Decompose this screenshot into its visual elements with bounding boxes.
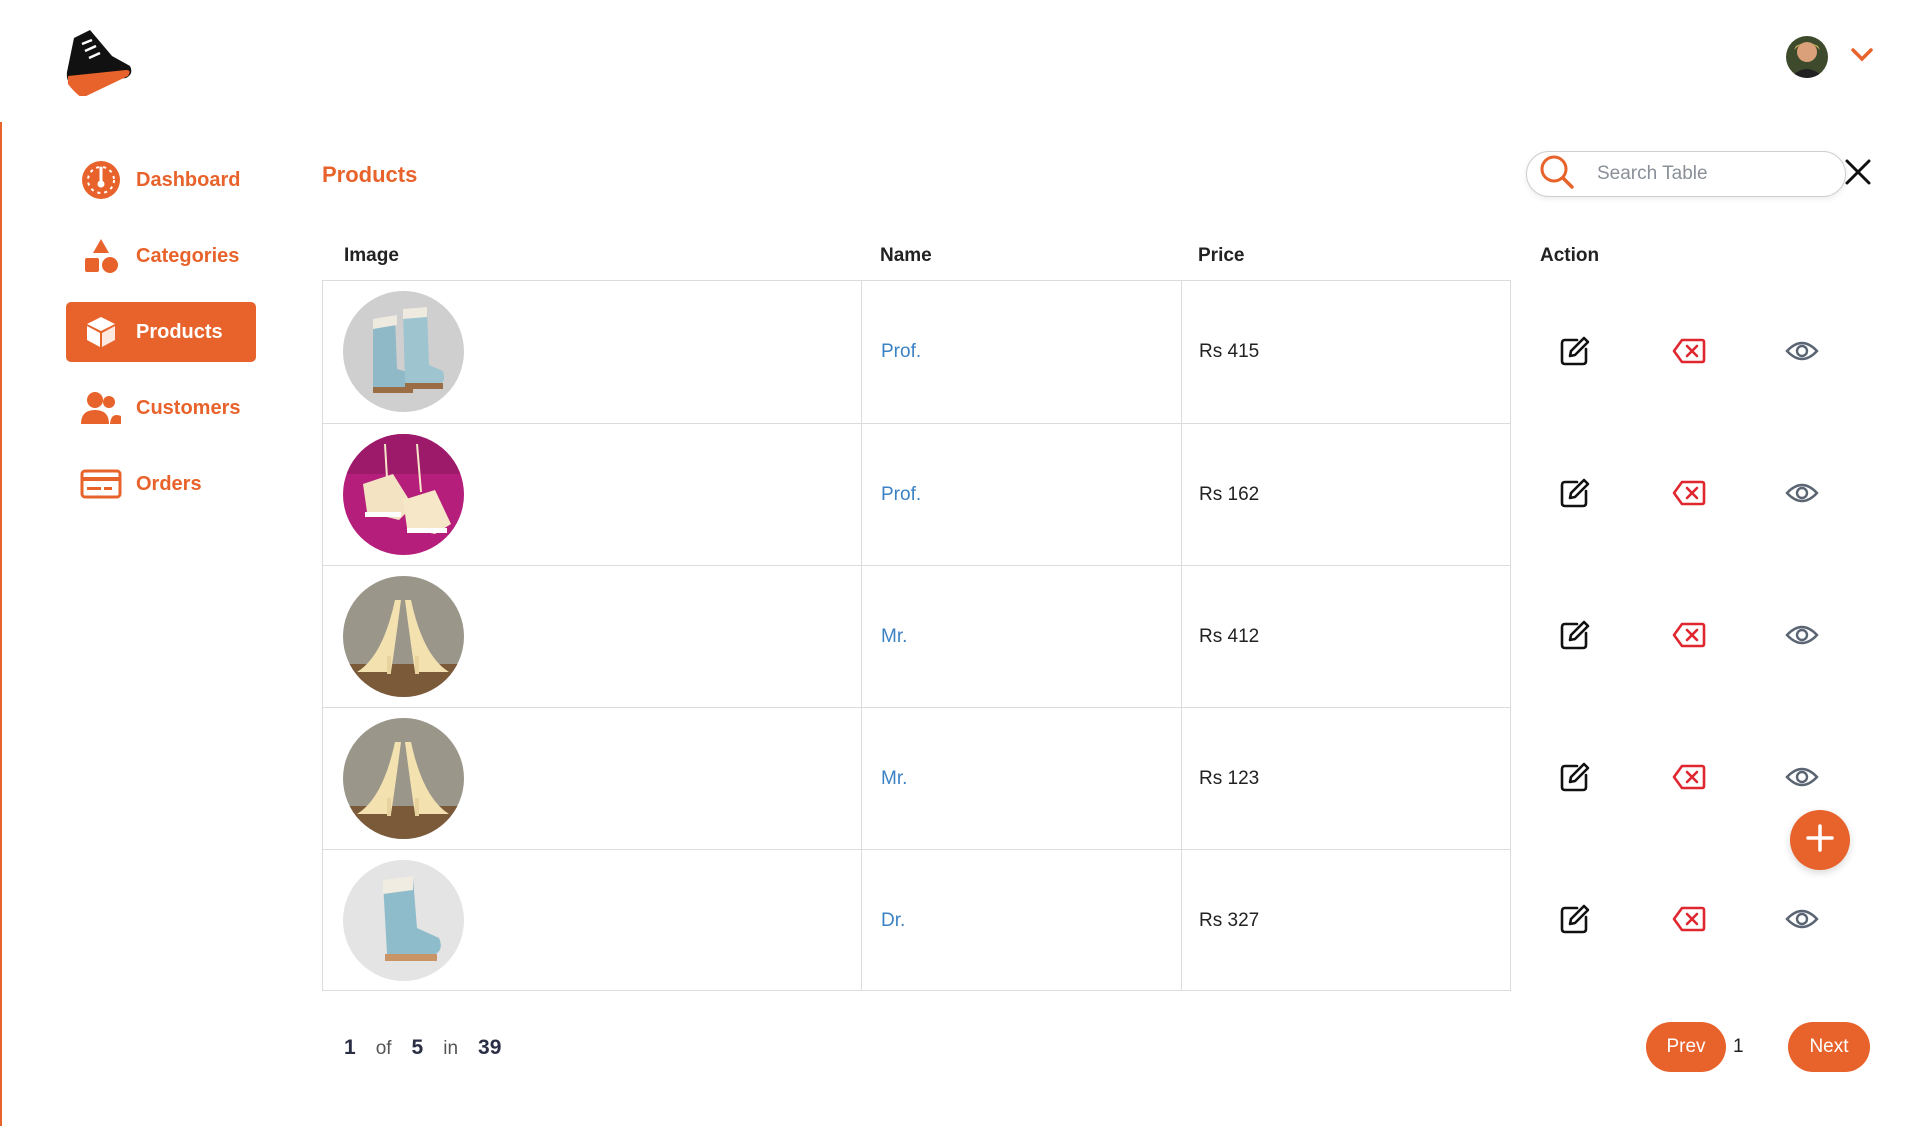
delete-icon[interactable] <box>1669 757 1709 797</box>
page-title: Products <box>322 162 418 187</box>
view-icon[interactable] <box>1782 473 1822 513</box>
sidebar-item-products[interactable]: Products <box>66 302 256 362</box>
product-price: Rs 162 <box>1199 484 1260 505</box>
product-name-link[interactable]: Mr. <box>881 768 907 790</box>
close-icon[interactable] <box>1844 158 1872 191</box>
delete-icon[interactable] <box>1669 331 1709 371</box>
sidebar-item-label: Categories <box>136 244 240 267</box>
product-name-link[interactable]: Dr. <box>881 910 905 932</box>
sidebar: Dashboard Categories Products Customers … <box>66 150 256 530</box>
current-page-number: 1 <box>344 1036 356 1059</box>
table-row: Dr. Rs 327 <box>323 849 1510 991</box>
table-row: Prof. Rs 415 <box>323 281 1510 423</box>
next-button[interactable]: Next <box>1788 1022 1870 1072</box>
table-row: Mr. Rs 123 <box>323 707 1510 849</box>
edit-icon[interactable] <box>1555 473 1595 513</box>
search-input[interactable] <box>1595 162 1844 186</box>
user-avatar[interactable] <box>1786 36 1828 78</box>
sneaker-logo-icon[interactable] <box>60 26 134 98</box>
sidebar-divider <box>0 122 2 1126</box>
view-icon[interactable] <box>1782 615 1822 655</box>
product-image[interactable] <box>343 576 464 697</box>
column-header-image: Image <box>344 245 399 266</box>
credit-card-icon <box>80 463 122 505</box>
box-icon <box>80 311 122 353</box>
sidebar-item-label: Dashboard <box>136 168 241 191</box>
of-label: of <box>375 1038 392 1059</box>
column-header-action: Action <box>1540 245 1600 266</box>
in-label: in <box>443 1038 459 1059</box>
sidebar-item-label: Customers <box>136 396 241 419</box>
product-name-link[interactable]: Prof. <box>881 341 921 363</box>
speedometer-icon <box>80 159 122 201</box>
edit-icon[interactable] <box>1555 331 1595 371</box>
product-price: Rs 123 <box>1199 768 1260 789</box>
column-header-name: Name <box>880 245 932 266</box>
sidebar-item-customers[interactable]: Customers <box>66 378 256 438</box>
chevron-down-icon[interactable] <box>1850 47 1874 68</box>
page-number: 1 <box>1733 1036 1744 1057</box>
product-name-link[interactable]: Mr. <box>881 626 907 648</box>
prev-button[interactable]: Prev <box>1646 1022 1726 1072</box>
product-image[interactable] <box>343 718 464 839</box>
product-price: Rs 412 <box>1199 626 1260 647</box>
column-header-price: Price <box>1198 245 1245 266</box>
total-items: 39 <box>478 1036 502 1059</box>
delete-icon[interactable] <box>1669 615 1709 655</box>
sidebar-item-label: Orders <box>136 472 202 495</box>
delete-icon[interactable] <box>1669 899 1709 939</box>
sidebar-item-orders[interactable]: Orders <box>66 454 256 514</box>
edit-icon[interactable] <box>1555 615 1595 655</box>
product-image[interactable] <box>343 434 464 555</box>
product-name-link[interactable]: Prof. <box>881 484 921 506</box>
view-icon[interactable] <box>1782 757 1822 797</box>
sidebar-item-dashboard[interactable]: Dashboard <box>66 150 256 210</box>
edit-icon[interactable] <box>1555 899 1595 939</box>
view-icon[interactable] <box>1782 899 1822 939</box>
product-price: Rs 327 <box>1199 910 1260 931</box>
delete-icon[interactable] <box>1669 473 1709 513</box>
user-menu[interactable] <box>1786 36 1874 78</box>
edit-icon[interactable] <box>1555 757 1595 797</box>
product-image[interactable] <box>343 860 464 981</box>
product-price: Rs 415 <box>1199 341 1260 362</box>
table-row: Mr. Rs 412 <box>323 565 1510 707</box>
total-pages: 5 <box>411 1036 424 1059</box>
products-table: Prof. Rs 415 Prof. Rs 162 Mr. Rs 412 Mr.… <box>322 280 1511 991</box>
product-image[interactable] <box>343 291 464 412</box>
pagination-info: 1 of 5 in 39 <box>344 1036 501 1060</box>
sidebar-item-label: Products <box>136 320 223 343</box>
view-icon[interactable] <box>1782 331 1822 371</box>
add-product-button[interactable] <box>1790 810 1850 870</box>
shapes-icon <box>80 235 122 277</box>
sidebar-item-categories[interactable]: Categories <box>66 226 256 286</box>
search-bar <box>1526 151 1871 197</box>
table-row: Prof. Rs 162 <box>323 423 1510 565</box>
search-icon[interactable] <box>1539 154 1575 195</box>
users-icon <box>80 387 122 429</box>
plus-icon <box>1805 823 1835 858</box>
